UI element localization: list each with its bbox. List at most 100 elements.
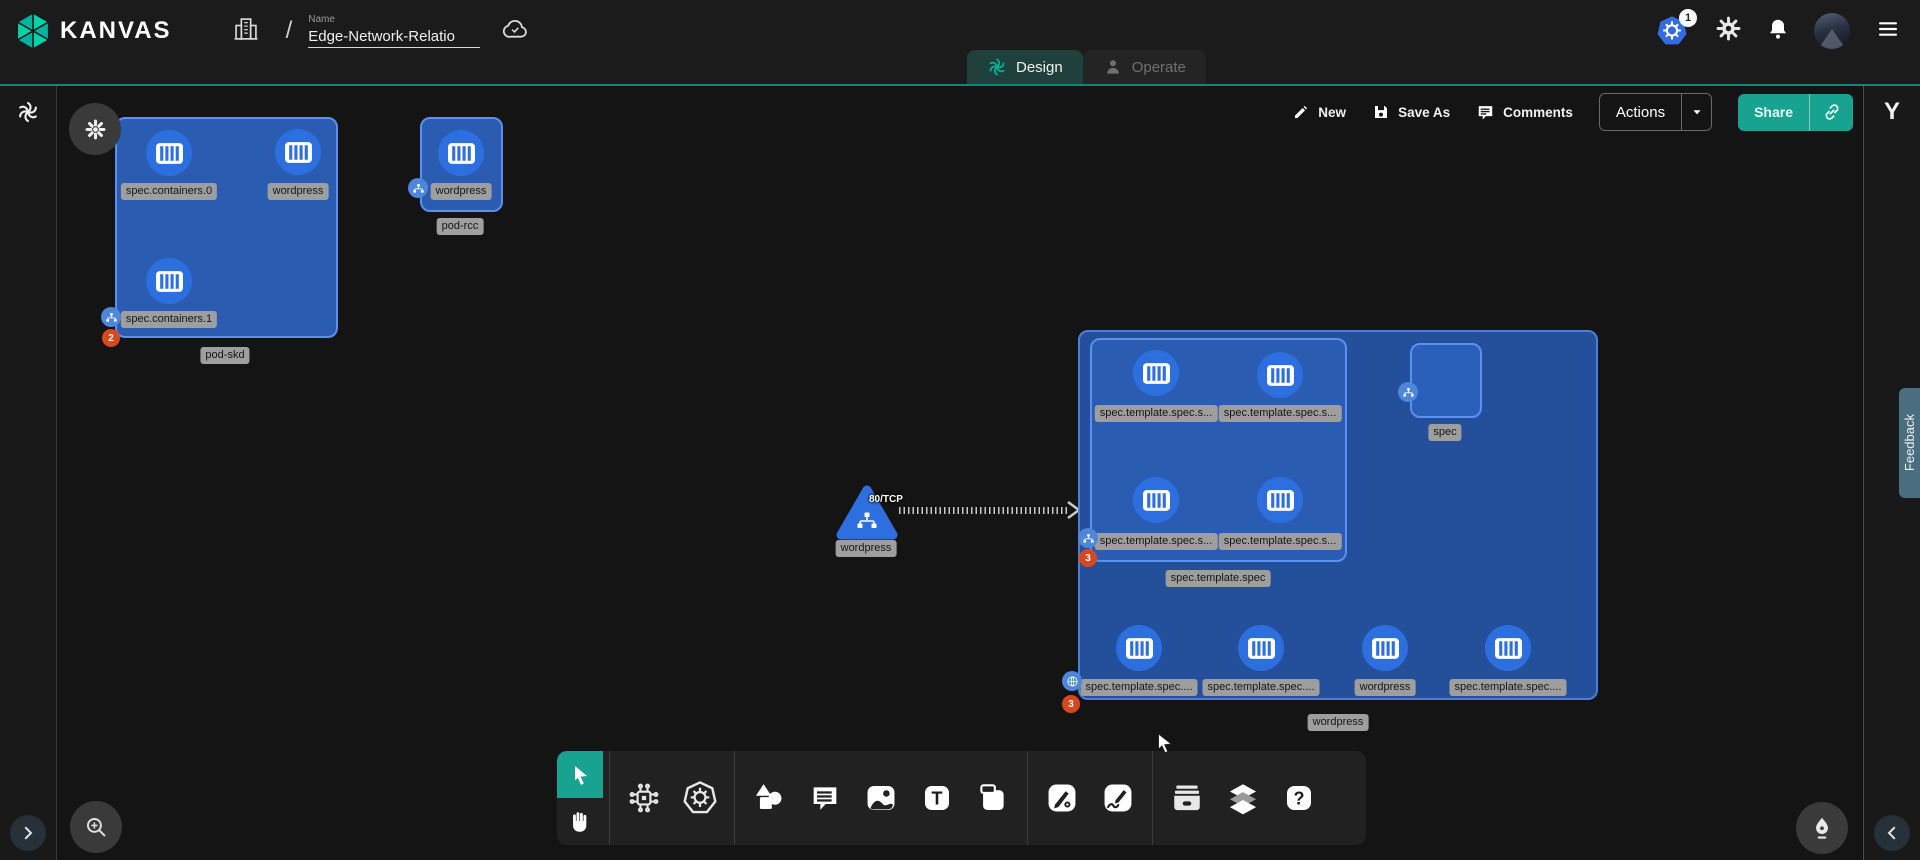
organization-icon[interactable] <box>232 15 260 48</box>
kanvas-logo[interactable]: KANVAS <box>14 10 172 52</box>
user-avatar[interactable] <box>1814 13 1850 49</box>
pan-tool-button[interactable] <box>557 798 603 845</box>
operate-person-icon <box>1103 57 1123 77</box>
group-label: pod-rcc <box>437 218 484 235</box>
container-node[interactable] <box>1238 625 1284 671</box>
comments-button[interactable]: Comments <box>1476 103 1573 122</box>
node-label: spec.template.spec.s... <box>1095 405 1218 422</box>
breadcrumb-separator: / <box>286 17 293 45</box>
group-label: spec.template.spec <box>1166 570 1271 587</box>
name-field-label: Name <box>308 14 480 25</box>
share-label: Share <box>1738 94 1809 131</box>
notifications-bell-icon[interactable] <box>1766 16 1790 47</box>
relationship-badge-icon[interactable] <box>408 178 428 198</box>
save-as-button[interactable]: Save As <box>1372 103 1450 121</box>
y-logo[interactable]: Y <box>1884 98 1900 126</box>
node-label: spec.template.spec.... <box>1450 679 1567 696</box>
node-label: spec.template.spec.s... <box>1219 405 1342 422</box>
header-bar: KANVAS / Name <box>0 0 1920 86</box>
container-node[interactable] <box>1116 625 1162 671</box>
hamburger-menu-icon[interactable] <box>1874 17 1902 46</box>
tab-operate[interactable]: Operate <box>1083 50 1206 84</box>
kanvas-app: KANVAS / Name <box>0 0 1920 860</box>
edge-port-label: 80/TCP <box>869 494 903 505</box>
container-node[interactable] <box>146 130 192 176</box>
issue-count-badge[interactable]: 3 <box>1079 549 1097 567</box>
settings-gear-icon[interactable] <box>1715 15 1742 47</box>
mouse-cursor <box>1153 732 1175 756</box>
toolbar-divider <box>734 751 735 845</box>
help-tool-button[interactable]: ? <box>1271 751 1327 845</box>
container-node[interactable] <box>1133 477 1179 523</box>
share-button[interactable]: Share <box>1738 94 1853 131</box>
k8s-context-switcher[interactable]: 1 <box>1655 14 1691 48</box>
components-tool-button[interactable] <box>616 751 672 845</box>
node-label: spec.containers.1 <box>121 311 217 328</box>
expand-right-panel-button[interactable] <box>1874 815 1910 851</box>
shapes-tool-button[interactable] <box>741 751 797 845</box>
kanvas-logo-icon <box>14 10 52 52</box>
container-node[interactable] <box>1257 477 1303 523</box>
container-node[interactable] <box>1485 625 1531 671</box>
node-label: wordpress <box>836 540 897 557</box>
container-node[interactable] <box>1362 625 1408 671</box>
actions-dropdown-button[interactable]: Actions <box>1599 93 1712 131</box>
relationship-badge-icon[interactable] <box>101 307 121 327</box>
new-label: New <box>1318 105 1346 120</box>
caret-down-icon[interactable] <box>1681 94 1711 130</box>
collapsed-gear-node[interactable] <box>69 103 121 155</box>
kubernetes-tool-button[interactable] <box>672 751 728 845</box>
toolbar-divider <box>1152 751 1153 845</box>
toolbar-divider <box>1027 751 1028 845</box>
zoom-search-button[interactable] <box>70 801 122 853</box>
help-glyph: ? <box>1294 789 1305 809</box>
issue-count-badge[interactable]: 3 <box>1062 695 1080 713</box>
layers-tool-button[interactable] <box>1215 751 1271 845</box>
copy-link-icon[interactable] <box>1809 94 1853 131</box>
left-rail <box>0 86 57 860</box>
node-label: spec <box>1428 424 1461 441</box>
comments-label: Comments <box>1503 105 1573 120</box>
container-node[interactable] <box>275 129 321 175</box>
container-node[interactable] <box>146 258 192 304</box>
deployment-badge-icon[interactable] <box>1062 671 1082 691</box>
node-label: spec.containers.0 <box>121 183 217 200</box>
relationship-badge-icon[interactable] <box>1078 528 1098 548</box>
container-node[interactable] <box>1133 350 1179 396</box>
design-swirl-icon <box>987 57 1007 77</box>
relationship-badge-icon[interactable] <box>1398 382 1418 402</box>
save-as-label: Save As <box>1398 105 1450 120</box>
group-spec-template-spec[interactable] <box>1090 338 1347 562</box>
service-edge[interactable] <box>899 507 1069 514</box>
design-name-input[interactable] <box>308 26 480 48</box>
node-label: spec.template.spec.s... <box>1219 533 1342 550</box>
comment-icon <box>1476 103 1495 122</box>
spec-node[interactable] <box>1410 343 1482 418</box>
service-node[interactable] <box>835 483 899 541</box>
design-canvas[interactable]: New Save As Comments <box>57 86 1863 860</box>
pen-nib-button[interactable] <box>1796 802 1848 854</box>
container-node[interactable] <box>1257 352 1303 398</box>
container-node[interactable] <box>438 130 484 176</box>
node-label: wordpress <box>268 183 329 200</box>
issue-count-badge[interactable]: 2 <box>102 329 120 347</box>
group-label: pod-skd <box>200 347 249 364</box>
image-tool-button[interactable] <box>853 751 909 845</box>
drawer-tool-button[interactable] <box>1159 751 1215 845</box>
text-tool-button[interactable]: T <box>909 751 965 845</box>
node-label: wordpress <box>431 183 492 200</box>
pencil-draw-tool-button[interactable] <box>1090 751 1146 845</box>
comment-tool-button[interactable] <box>797 751 853 845</box>
note-tool-button[interactable] <box>965 751 1021 845</box>
tab-design[interactable]: Design <box>967 50 1083 84</box>
pen-tool-button[interactable] <box>1034 751 1090 845</box>
mode-tabs: Design Operate <box>967 50 1206 84</box>
feedback-label: Feedback <box>1902 414 1917 471</box>
toolbar-divider <box>609 751 610 845</box>
group-label: wordpress <box>1308 714 1369 731</box>
select-tool-button[interactable] <box>557 751 603 798</box>
meshery-swirl-icon[interactable] <box>16 100 40 129</box>
expand-left-panel-button[interactable] <box>10 815 46 851</box>
new-button[interactable]: New <box>1292 103 1346 121</box>
feedback-tab[interactable]: Feedback <box>1899 388 1920 498</box>
